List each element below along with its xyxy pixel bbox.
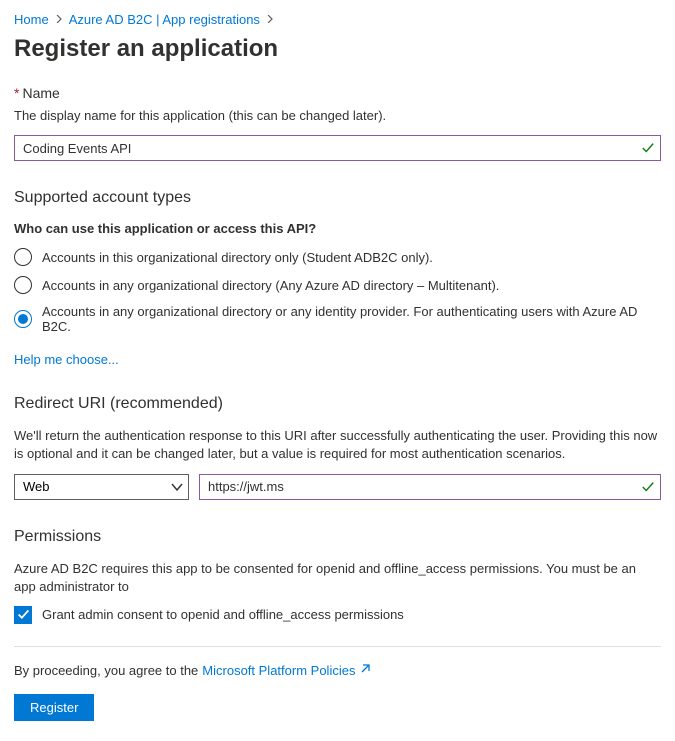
- radio-label: Accounts in any organizational directory…: [42, 278, 499, 293]
- platform-select[interactable]: Web: [14, 474, 189, 500]
- name-helper: The display name for this application (t…: [14, 107, 661, 125]
- account-type-option-single-tenant[interactable]: Accounts in this organizational director…: [14, 248, 661, 266]
- help-me-choose-link[interactable]: Help me choose...: [14, 352, 119, 367]
- name-label: *Name: [14, 85, 661, 101]
- platform-policies-link[interactable]: Microsoft Platform Policies: [202, 663, 355, 678]
- permissions-section: Permissions Azure AD B2C requires this a…: [14, 528, 661, 624]
- account-type-option-multi-tenant[interactable]: Accounts in any organizational directory…: [14, 276, 661, 294]
- agreement-text: By proceeding, you agree to the Microsof…: [14, 663, 661, 678]
- account-type-option-b2c[interactable]: Accounts in any organizational directory…: [14, 304, 661, 334]
- breadcrumb: Home Azure AD B2C | App registrations: [14, 12, 661, 27]
- radio-label: Accounts in any organizational directory…: [42, 304, 661, 334]
- chevron-right-icon: [266, 14, 274, 26]
- redirect-heading: Redirect URI (recommended): [14, 395, 661, 413]
- radio-icon: [14, 276, 32, 294]
- radio-label: Accounts in this organizational director…: [42, 250, 433, 265]
- permissions-heading: Permissions: [14, 528, 661, 546]
- check-icon: [641, 141, 655, 155]
- redirect-uri-input[interactable]: [199, 474, 661, 500]
- name-input[interactable]: [14, 135, 661, 161]
- account-types-question: Who can use this application or access t…: [14, 221, 661, 236]
- page-title: Register an application: [14, 35, 661, 63]
- required-asterisk: *: [14, 85, 19, 101]
- account-types-heading: Supported account types: [14, 189, 661, 207]
- permissions-helper: Azure AD B2C requires this app to be con…: [14, 560, 661, 596]
- register-button[interactable]: Register: [14, 694, 94, 721]
- breadcrumb-home[interactable]: Home: [14, 12, 49, 27]
- divider: [14, 646, 661, 647]
- grant-consent-label: Grant admin consent to openid and offlin…: [42, 607, 404, 622]
- grant-consent-checkbox[interactable]: [14, 606, 32, 624]
- radio-icon: [14, 248, 32, 266]
- check-icon: [641, 480, 655, 494]
- chevron-right-icon: [55, 14, 63, 26]
- name-section: *Name The display name for this applicat…: [14, 85, 661, 161]
- radio-icon: [14, 310, 32, 328]
- breadcrumb-app-registrations[interactable]: Azure AD B2C | App registrations: [69, 12, 260, 27]
- account-types-section: Supported account types Who can use this…: [14, 189, 661, 367]
- external-link-icon: [359, 663, 371, 678]
- redirect-helper: We'll return the authentication response…: [14, 427, 661, 463]
- redirect-uri-section: Redirect URI (recommended) We'll return …: [14, 395, 661, 499]
